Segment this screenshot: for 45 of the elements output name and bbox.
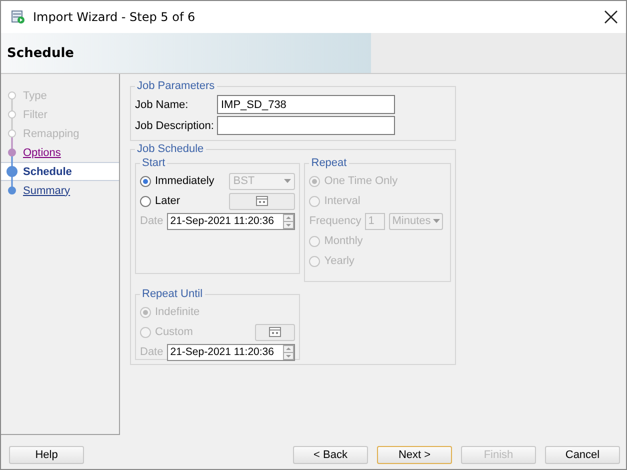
dropdown-arrow-icon	[284, 179, 292, 183]
calendar-button[interactable]	[229, 192, 296, 210]
radio-label: Interval	[324, 195, 360, 207]
group-title: Job Schedule	[136, 143, 205, 155]
spinner-icon[interactable]	[283, 214, 294, 228]
frequency-label: Frequency	[309, 215, 362, 227]
step-icon	[5, 143, 19, 162]
radio-label: Indefinite	[155, 306, 200, 318]
close-icon[interactable]	[604, 10, 618, 24]
step-link[interactable]: Schedule	[1, 162, 119, 181]
dropdown-arrow-icon	[432, 219, 440, 223]
input-field[interactable]	[217, 116, 395, 135]
radio-button[interactable]	[140, 196, 151, 206]
step-icon	[5, 124, 19, 143]
radio-label: Later	[155, 195, 180, 207]
date-label: Date	[140, 215, 164, 227]
calendar-icon	[269, 327, 282, 337]
radio-label: Custom	[155, 326, 193, 338]
spinner-icon[interactable]	[283, 344, 294, 360]
wizard-button[interactable]: Cancel	[545, 446, 620, 464]
group-title: Repeat	[310, 157, 348, 169]
date-label: Date	[140, 346, 164, 358]
input-field[interactable]: IMP_SD_738	[217, 95, 395, 114]
wizard-button[interactable]: Next >	[377, 446, 452, 464]
step-icon	[5, 162, 19, 181]
wizard-button[interactable]: < Back	[293, 446, 368, 464]
page-title: Schedule	[7, 46, 74, 60]
calendar-icon	[256, 196, 268, 206]
radio-label: One Time Only	[324, 175, 398, 187]
wizard-button[interactable]: Help	[9, 446, 84, 464]
step-link[interactable]: Summary	[1, 181, 119, 200]
radio-label: Monthly	[324, 235, 363, 247]
group-title: Repeat Until	[141, 288, 204, 300]
field-label: Job Name:	[135, 98, 190, 110]
calendar-button[interactable]	[255, 324, 296, 340]
app-icon	[11, 10, 25, 24]
group-title: Start	[141, 157, 166, 169]
field-label: Job Description:	[135, 120, 215, 132]
step-link[interactable]: Options	[1, 143, 119, 162]
group-title: Job Parameters	[136, 80, 216, 92]
radio-button[interactable]	[140, 176, 151, 186]
radio-label: Yearly	[324, 255, 354, 267]
radio-label: Immediately	[155, 175, 214, 187]
step-icon	[5, 105, 19, 124]
window-title: Import Wizard - Step 5 of 6	[33, 10, 196, 24]
